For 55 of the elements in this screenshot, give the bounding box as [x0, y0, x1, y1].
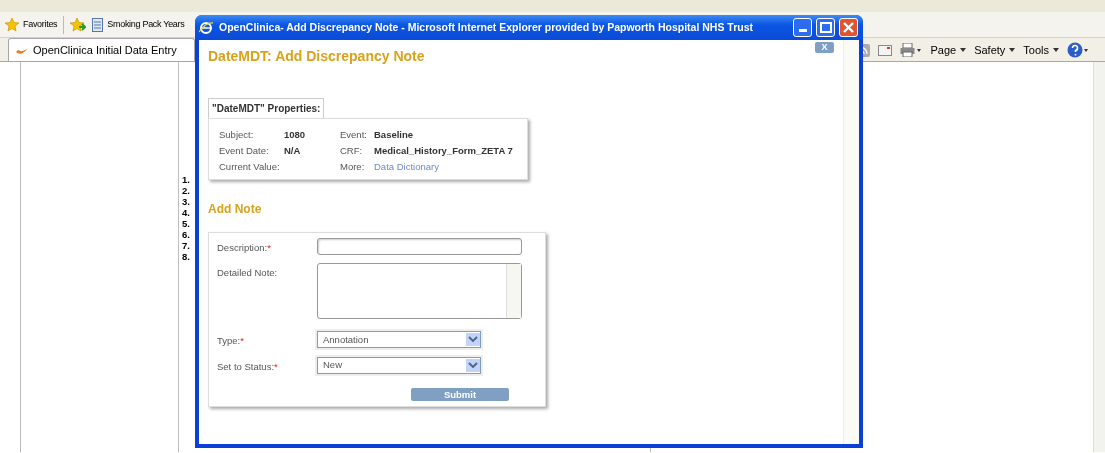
- scrollbar[interactable]: [843, 40, 859, 444]
- status-dropdown[interactable]: New: [317, 356, 481, 374]
- toolbar-menu[interactable]: Safety: [974, 41, 1016, 59]
- list-number: 8.: [182, 251, 190, 262]
- help-icon[interactable]: [1067, 42, 1089, 58]
- list-number: 2.: [182, 185, 190, 196]
- list-number: 5.: [182, 218, 190, 229]
- window-title: OpenClinica- Add Discrepancy Note - Microsoft Internet Explorer provided by Papworth Hospital NHS Trust: [219, 19, 755, 35]
- list-number: 1.: [182, 174, 190, 185]
- page-icon: [92, 17, 104, 32]
- caret-icon: [960, 48, 967, 52]
- list-number: 7.: [182, 240, 190, 251]
- browser-logo-icon: [199, 20, 213, 35]
- caret-icon: [1053, 48, 1059, 52]
- section-heading: Add Note: [208, 201, 262, 218]
- property-label: Current Value:: [219, 159, 281, 174]
- mail-icon[interactable]: [878, 44, 893, 56]
- property-value: N/A: [284, 143, 302, 158]
- maximize-button[interactable]: [816, 18, 835, 37]
- property-label: Event:: [340, 127, 368, 142]
- property-label: Event Date:: [219, 143, 270, 158]
- property-label: Subject:: [219, 127, 255, 142]
- list-number: 3.: [182, 196, 190, 207]
- list-number: 4.: [182, 207, 190, 218]
- favorite-link[interactable]: Smoking Pack Years: [92, 17, 185, 32]
- property-value: Baseline: [374, 127, 414, 142]
- minimize-icon: [798, 29, 807, 32]
- description-field[interactable]: [317, 238, 522, 255]
- toolbar-menu[interactable]: Tools: [1023, 41, 1059, 59]
- close-icon: [843, 22, 854, 33]
- scrollbar[interactable]: [1093, 62, 1105, 452]
- detailed-note-field[interactable]: [317, 263, 522, 320]
- minimize-button[interactable]: [793, 18, 812, 37]
- maximize-icon: [819, 22, 832, 33]
- property-value: 1080: [284, 127, 307, 142]
- toolbar-menu[interactable]: Page: [930, 41, 967, 59]
- field-label: Description:*: [217, 242, 271, 253]
- page-heading: DateMDT: Add Discrepancy Note: [208, 47, 425, 66]
- close-button[interactable]: [839, 18, 858, 37]
- list-number: 6.: [182, 229, 190, 240]
- field-label: Set to Status:*: [217, 360, 278, 372]
- caret-icon: [1009, 48, 1016, 52]
- property-value: Medical_History_Form_ZETA 7: [374, 143, 513, 158]
- add-favorite-icon[interactable]: [70, 17, 87, 32]
- data-dictionary-link[interactable]: Data Dictionary: [374, 159, 439, 175]
- field-label: Detailed Note:: [217, 267, 278, 279]
- type-dropdown[interactable]: Annotation: [317, 331, 481, 349]
- favorites-button[interactable]: Favorites: [5, 17, 58, 32]
- field-label: Type:*: [217, 335, 244, 347]
- star-icon: [5, 17, 19, 32]
- property-label: CRF:: [340, 143, 364, 158]
- print-icon[interactable]: [900, 43, 923, 57]
- properties-tab[interactable]: "DateMDT" Properties:: [208, 98, 325, 118]
- property-label: More:: [340, 159, 366, 174]
- browser-tab[interactable]: OpenClinica Initial Data Entry: [8, 38, 195, 61]
